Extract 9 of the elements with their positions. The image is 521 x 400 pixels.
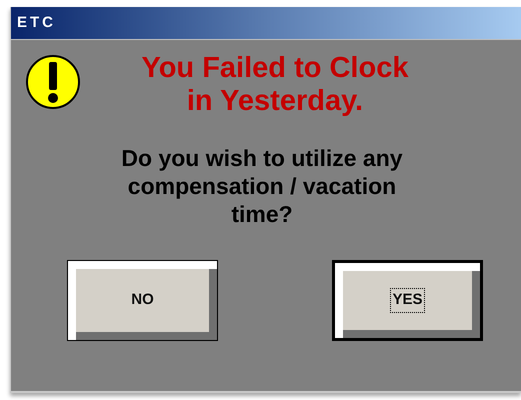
warning-icon: [25, 54, 81, 110]
dialog-button[interactable]: NO: [67, 260, 218, 341]
question-line: Do you wish to utilize any: [121, 144, 403, 172]
window-title: ETC: [17, 12, 56, 33]
question-line: time?: [231, 200, 293, 228]
error-heading-line: in Yesterday.: [186, 85, 364, 118]
dialog-button[interactable]: YES: [332, 260, 483, 341]
error-heading-line: You Failed to Clock: [142, 52, 408, 85]
question-line: compensation / vacation: [128, 172, 396, 200]
